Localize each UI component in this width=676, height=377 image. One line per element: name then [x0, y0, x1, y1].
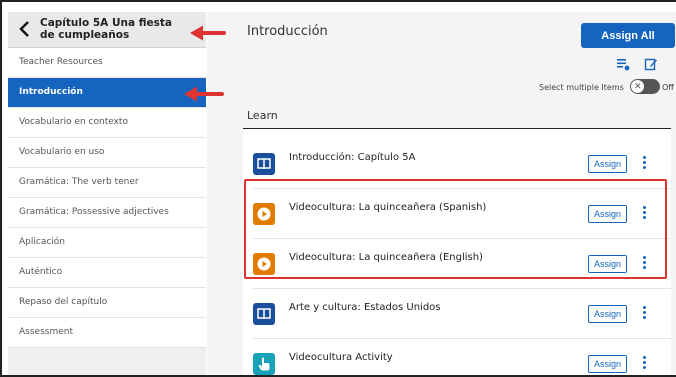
- sidebar-item-gramatica-possessive[interactable]: Gramática: Possessive adjectives: [8, 198, 206, 228]
- sidebar-item-aplicacion[interactable]: Aplicación: [8, 228, 206, 258]
- more-options-icon[interactable]: [641, 156, 647, 172]
- sidebar-item-vocabulario-en-contexto[interactable]: Vocabulario en contexto: [8, 108, 206, 138]
- more-options-icon[interactable]: [641, 256, 647, 272]
- sidebar-empty-area: [8, 348, 206, 375]
- sidebar-item-vocabulario-en-uso[interactable]: Vocabulario en uso: [8, 138, 206, 168]
- chapter-title: Capítulo 5A Una fiesta de cumpleaños: [40, 17, 172, 41]
- list-item[interactable]: Arte y cultura: Estados Unidos Assign: [243, 289, 671, 339]
- annotation-arrow-icon: [184, 86, 224, 102]
- assign-button[interactable]: Assign: [588, 355, 627, 373]
- chevron-left-icon[interactable]: [18, 20, 32, 38]
- assign-all-button[interactable]: Assign All: [581, 23, 675, 48]
- item-title[interactable]: Introducción: Capítulo 5A: [289, 152, 415, 163]
- section-heading: Learn: [247, 109, 278, 122]
- screenshot-frame: Capítulo 5A Una fiesta de cumpleaños Tea…: [0, 0, 676, 377]
- more-options-icon[interactable]: [641, 206, 647, 222]
- list-item[interactable]: Videocultura: La quinceañera (Spanish) A…: [243, 189, 671, 239]
- sidebar-header: Capítulo 5A Una fiesta de cumpleaños: [8, 12, 206, 48]
- book-icon: [253, 153, 275, 175]
- toggle-off-label: Off: [662, 83, 674, 92]
- sidebar-item-introduccion[interactable]: Introducción: [8, 78, 206, 108]
- annotation-arrow-icon: [190, 25, 226, 41]
- list-item[interactable]: Videocultura Activity Assign: [243, 339, 671, 375]
- assign-button[interactable]: Assign: [588, 205, 627, 223]
- more-options-icon[interactable]: [641, 306, 647, 322]
- sidebar-item-repaso[interactable]: Repaso del capítulo: [8, 288, 206, 318]
- assign-button[interactable]: Assign: [588, 305, 627, 323]
- item-title[interactable]: Videocultura Activity: [289, 352, 393, 363]
- chapter-sidebar: Capítulo 5A Una fiesta de cumpleaños Tea…: [8, 12, 206, 375]
- item-title[interactable]: Videocultura: La quinceañera (Spanish): [289, 202, 486, 213]
- page-title: Introducción: [247, 24, 328, 39]
- resource-list: Introducción: Capítulo 5A Assign Videocu…: [243, 129, 671, 375]
- item-title[interactable]: Arte y cultura: Estados Unidos: [289, 302, 441, 313]
- toggle-knob: ✕: [631, 80, 644, 93]
- sidebar-item-assessment[interactable]: Assessment: [8, 318, 206, 348]
- assign-button[interactable]: Assign: [588, 255, 627, 273]
- play-icon: [253, 203, 275, 225]
- sidebar-item-teacher-resources[interactable]: Teacher Resources: [8, 48, 206, 78]
- play-icon: [253, 253, 275, 275]
- sidebar-item-autentico[interactable]: Auténtico: [8, 258, 206, 288]
- list-item[interactable]: Videocultura: La quinceañera (English) A…: [243, 239, 671, 289]
- edit-icon[interactable]: [644, 57, 658, 71]
- select-multiple-label: Select multiple Items: [539, 83, 624, 92]
- assign-button[interactable]: Assign: [588, 155, 627, 173]
- book-icon: [253, 303, 275, 325]
- filter-settings-icon[interactable]: [616, 57, 630, 71]
- list-item[interactable]: Introducción: Capítulo 5A Assign: [243, 139, 671, 189]
- close-icon: ✕: [634, 82, 642, 92]
- sidebar-item-gramatica-tener[interactable]: Gramática: The verb tener: [8, 168, 206, 198]
- main-content: Introducción Assign All Select multiple …: [207, 12, 676, 375]
- more-options-icon[interactable]: [641, 356, 647, 372]
- hand-pointer-icon: [253, 353, 275, 375]
- item-title[interactable]: Videocultura: La quinceañera (English): [289, 252, 483, 263]
- select-multiple-toggle[interactable]: ✕: [630, 79, 660, 94]
